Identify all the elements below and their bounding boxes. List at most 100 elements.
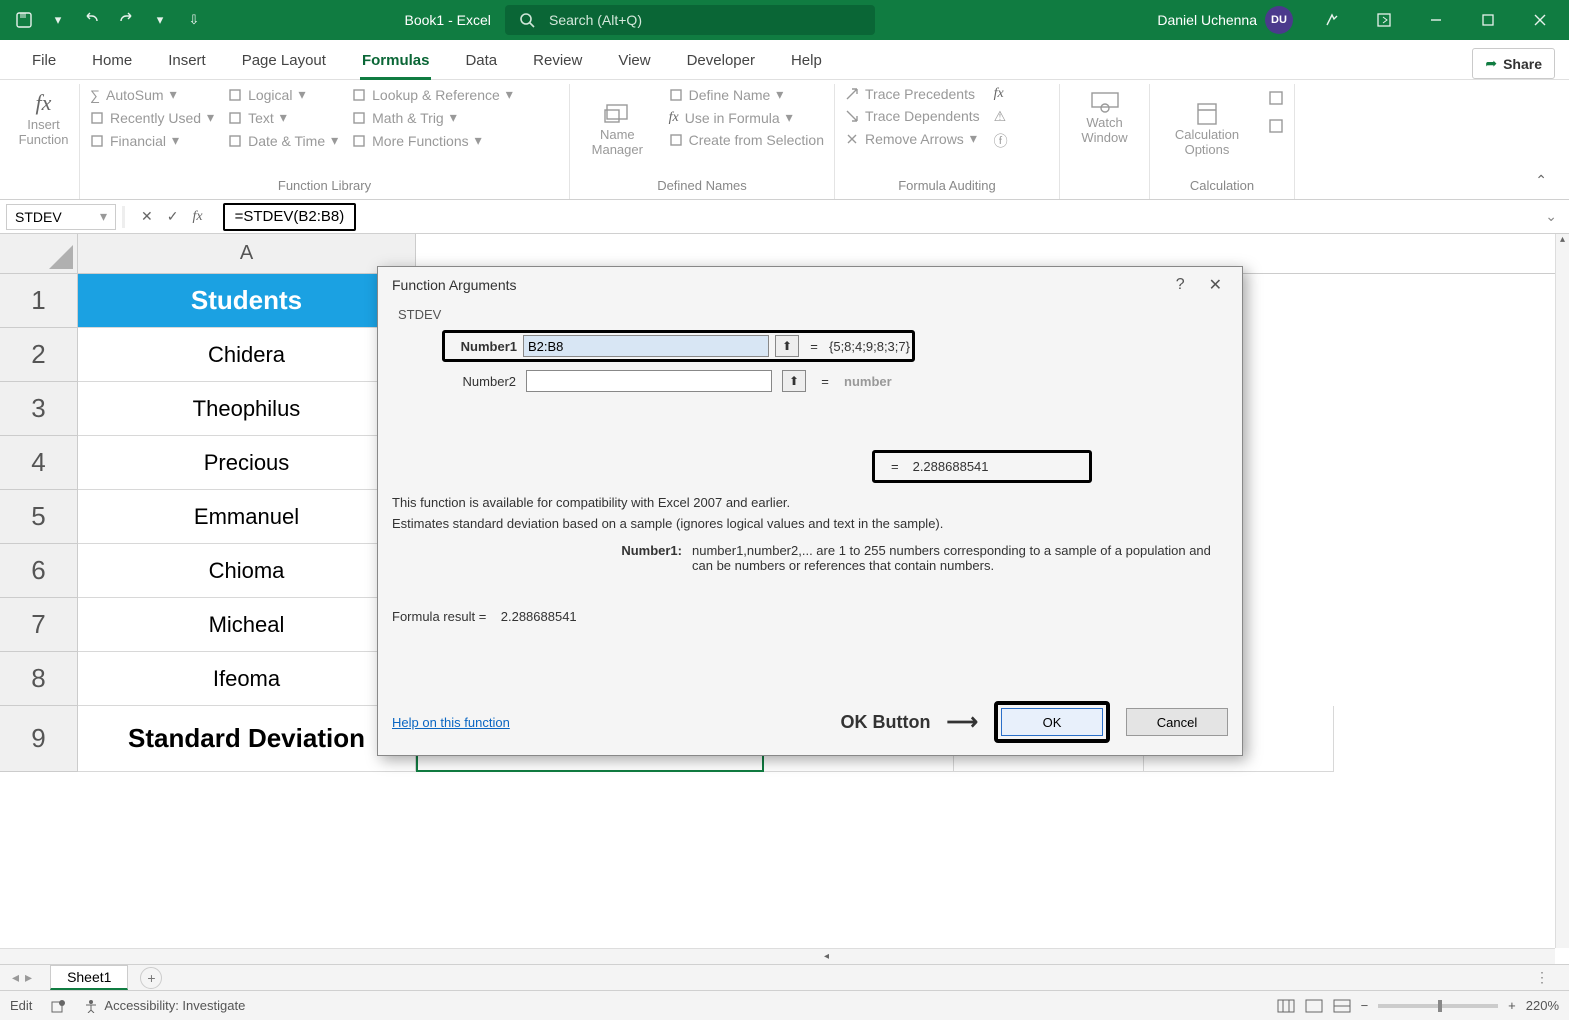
tab-developer[interactable]: Developer	[669, 44, 773, 79]
math-trig-button[interactable]: Math & Trig ▾	[352, 109, 513, 126]
add-sheet-button[interactable]: +	[140, 967, 162, 989]
vertical-scrollbar[interactable]: ▴	[1555, 234, 1569, 948]
help-icon[interactable]: ?	[1158, 276, 1203, 294]
sheet-nav-next-icon[interactable]: ▸	[25, 969, 32, 986]
logical-button[interactable]: Logical ▾	[228, 86, 338, 103]
text-button[interactable]: Text ▾	[228, 109, 338, 126]
autosum-button[interactable]: ∑AutoSum ▾	[90, 86, 214, 103]
maximize-button[interactable]	[1465, 0, 1511, 40]
sheet-tabs-overflow-icon[interactable]: ⋮	[1535, 969, 1569, 986]
horizontal-scrollbar[interactable]: ◂ ▸	[0, 948, 1555, 964]
tab-help[interactable]: Help	[773, 44, 840, 79]
cancel-edit-icon[interactable]: ✕	[141, 208, 153, 225]
calc-now-icon[interactable]	[1268, 90, 1284, 106]
range-picker-icon[interactable]: ⬆	[775, 335, 799, 357]
cancel-button[interactable]: Cancel	[1126, 708, 1228, 736]
formula-bar[interactable]: =STDEV(B2:B8)	[223, 203, 357, 231]
cell-A1[interactable]: Students	[78, 274, 416, 328]
tab-formulas[interactable]: Formulas	[344, 44, 448, 79]
row-header-3[interactable]: 3	[0, 382, 78, 436]
trace-precedents-button[interactable]: Trace Precedents	[845, 86, 980, 102]
arg2-input[interactable]	[526, 370, 772, 392]
close-button[interactable]	[1517, 0, 1563, 40]
cell-A6[interactable]: Chioma	[78, 544, 416, 598]
share-button[interactable]: ➦ Share	[1472, 48, 1555, 79]
row-header-6[interactable]: 6	[0, 544, 78, 598]
tab-view[interactable]: View	[600, 44, 668, 79]
name-box[interactable]: STDEV ▾	[6, 204, 116, 230]
cell-A9[interactable]: Standard Deviation	[78, 706, 416, 772]
accessibility-status[interactable]: Accessibility: Investigate	[84, 998, 245, 1013]
zoom-out-button[interactable]: −	[1361, 998, 1369, 1013]
collapse-ribbon-icon[interactable]: ⌃	[1521, 84, 1561, 199]
chevron-down-icon[interactable]: ▾	[44, 6, 72, 34]
cell-A8[interactable]: Ifeoma	[78, 652, 416, 706]
view-page-layout-icon[interactable]	[1305, 999, 1323, 1013]
minimize-button[interactable]	[1413, 0, 1459, 40]
expand-formula-bar-icon[interactable]: ⌄	[1533, 208, 1569, 225]
row-header-5[interactable]: 5	[0, 490, 78, 544]
row-header-1[interactable]: 1	[0, 274, 78, 328]
row-header-9[interactable]: 9	[0, 706, 78, 772]
save-icon[interactable]	[10, 6, 38, 34]
calc-options-button[interactable]: Calculation Options	[1160, 86, 1254, 174]
tab-review[interactable]: Review	[515, 44, 600, 79]
row-header-7[interactable]: 7	[0, 598, 78, 652]
coming-soon-icon[interactable]	[1309, 0, 1355, 40]
zoom-slider[interactable]	[1378, 1004, 1498, 1008]
view-normal-icon[interactable]	[1277, 999, 1295, 1013]
sheet-nav-prev-icon[interactable]: ◂	[12, 969, 19, 986]
select-all-cells[interactable]	[0, 234, 78, 273]
zoom-level[interactable]: 220%	[1526, 998, 1559, 1013]
row-header-2[interactable]: 2	[0, 328, 78, 382]
cell-A5[interactable]: Emmanuel	[78, 490, 416, 544]
tab-data[interactable]: Data	[447, 44, 515, 79]
cell-A4[interactable]: Precious	[78, 436, 416, 490]
use-in-formula-button[interactable]: fxUse in Formula ▾	[669, 109, 824, 126]
redo-icon[interactable]	[112, 6, 140, 34]
sheet-tab-sheet1[interactable]: Sheet1	[50, 965, 128, 990]
close-icon[interactable]: ✕	[1203, 275, 1228, 295]
chevron-down-icon[interactable]: ▾	[146, 6, 174, 34]
search-box[interactable]: Search (Alt+Q)	[505, 5, 875, 35]
tab-file[interactable]: File	[14, 44, 74, 79]
tab-home[interactable]: Home	[74, 44, 150, 79]
ribbon-display-icon[interactable]	[1361, 0, 1407, 40]
name-manager-button[interactable]: Name Manager	[580, 86, 655, 174]
col-header-A[interactable]: A	[78, 234, 416, 273]
more-functions-button[interactable]: More Functions ▾	[352, 132, 513, 149]
show-formulas-icon[interactable]: fx	[994, 86, 1008, 102]
cell-A3[interactable]: Theophilus	[78, 382, 416, 436]
date-time-button[interactable]: Date & Time ▾	[228, 132, 338, 149]
financial-button[interactable]: Financial ▾	[90, 132, 214, 149]
cell-A2[interactable]: Chidera	[78, 328, 416, 382]
cell-A7[interactable]: Micheal	[78, 598, 416, 652]
trace-dependents-button[interactable]: Trace Dependents	[845, 108, 980, 124]
zoom-in-button[interactable]: +	[1508, 998, 1516, 1013]
tab-page-layout[interactable]: Page Layout	[224, 44, 344, 79]
undo-icon[interactable]	[78, 6, 106, 34]
row-header-8[interactable]: 8	[0, 652, 78, 706]
insert-function-button[interactable]: fx Insert Function	[18, 86, 69, 152]
macro-record-icon[interactable]	[50, 998, 66, 1014]
lookup-button[interactable]: Lookup & Reference ▾	[352, 86, 513, 103]
row-header-4[interactable]: 4	[0, 436, 78, 490]
qat-customize-icon[interactable]: ⇩	[180, 6, 208, 34]
range-picker-icon[interactable]: ⬆	[782, 370, 806, 392]
tab-insert[interactable]: Insert	[150, 44, 224, 79]
ok-button[interactable]: OK	[1001, 708, 1103, 736]
help-link[interactable]: Help on this function	[392, 715, 510, 730]
watch-window-button[interactable]: Watch Window	[1070, 86, 1139, 150]
arg1-input[interactable]	[523, 335, 769, 357]
remove-arrows-button[interactable]: Remove Arrows ▾	[845, 130, 980, 147]
error-check-icon[interactable]: ⚠	[994, 108, 1008, 125]
view-page-break-icon[interactable]	[1333, 999, 1351, 1013]
fx-icon[interactable]: fx	[192, 209, 202, 225]
create-from-selection-button[interactable]: Create from Selection	[669, 132, 824, 148]
accept-edit-icon[interactable]: ✓	[167, 208, 179, 225]
define-name-button[interactable]: Define Name ▾	[669, 86, 824, 103]
recently-used-button[interactable]: Recently Used ▾	[90, 109, 214, 126]
account-area[interactable]: Daniel Uchenna DU	[1157, 6, 1293, 34]
calc-sheet-icon[interactable]	[1268, 118, 1284, 134]
evaluate-icon[interactable]: ⓕ	[994, 131, 1008, 151]
